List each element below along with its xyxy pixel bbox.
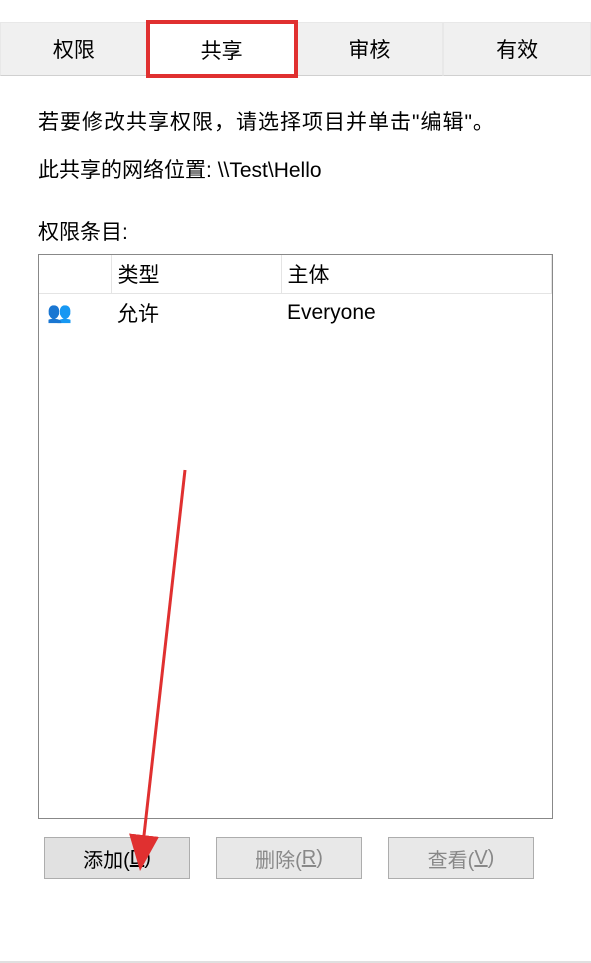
tab-effective-label: 有效 bbox=[496, 34, 538, 64]
view-button-text: 查看( bbox=[428, 844, 475, 873]
table-cell-principal: Everyone bbox=[281, 294, 552, 333]
remove-button[interactable]: 删除(R) bbox=[216, 837, 362, 879]
network-location-value: \\Test\Hello bbox=[218, 159, 322, 182]
tab-share-label: 共享 bbox=[201, 35, 243, 65]
network-location-label: 此共享的网络位置: bbox=[38, 159, 212, 182]
remove-button-suffix: ) bbox=[316, 847, 323, 870]
remove-button-text: 删除( bbox=[255, 844, 302, 873]
add-button-text: 添加( bbox=[83, 844, 130, 873]
table-header-type[interactable]: 类型 bbox=[111, 255, 281, 294]
permissions-table[interactable]: 类型 主体 👥 允许 Everyone bbox=[39, 255, 552, 332]
view-button-suffix: ) bbox=[488, 847, 495, 870]
permissions-entries-label: 权限条目: bbox=[38, 216, 553, 246]
add-button-suffix: ) bbox=[144, 847, 151, 870]
view-button-key: V bbox=[474, 847, 487, 870]
add-button-key: D bbox=[130, 847, 144, 870]
tab-permissions-label: 权限 bbox=[53, 34, 95, 64]
view-button[interactable]: 查看(V) bbox=[388, 837, 534, 879]
table-header-principal[interactable]: 主体 bbox=[281, 255, 552, 294]
permissions-table-container: 类型 主体 👥 允许 Everyone bbox=[38, 254, 553, 819]
tab-audit-label: 审核 bbox=[348, 34, 390, 64]
table-row[interactable]: 👥 允许 Everyone bbox=[39, 294, 552, 333]
instruction-text: 若要修改共享权限，请选择项目并单击"编辑"。 bbox=[38, 106, 553, 136]
tab-permissions[interactable]: 权限 bbox=[0, 22, 148, 76]
table-cell-type: 允许 bbox=[111, 294, 281, 333]
tab-audit[interactable]: 审核 bbox=[296, 22, 444, 76]
add-button[interactable]: 添加(D) bbox=[44, 837, 190, 879]
remove-button-key: R bbox=[302, 847, 316, 870]
tab-share[interactable]: 共享 bbox=[148, 22, 296, 76]
tab-effective[interactable]: 有效 bbox=[443, 22, 591, 76]
buttons-row: 添加(D) 删除(R) 查看(V) bbox=[38, 837, 553, 879]
table-header-icon[interactable] bbox=[39, 255, 111, 294]
network-location: 此共享的网络位置: \\Test\Hello bbox=[38, 154, 553, 184]
users-icon: 👥 bbox=[45, 303, 72, 323]
tabs-bar: 权限 共享 审核 有效 bbox=[0, 22, 591, 76]
